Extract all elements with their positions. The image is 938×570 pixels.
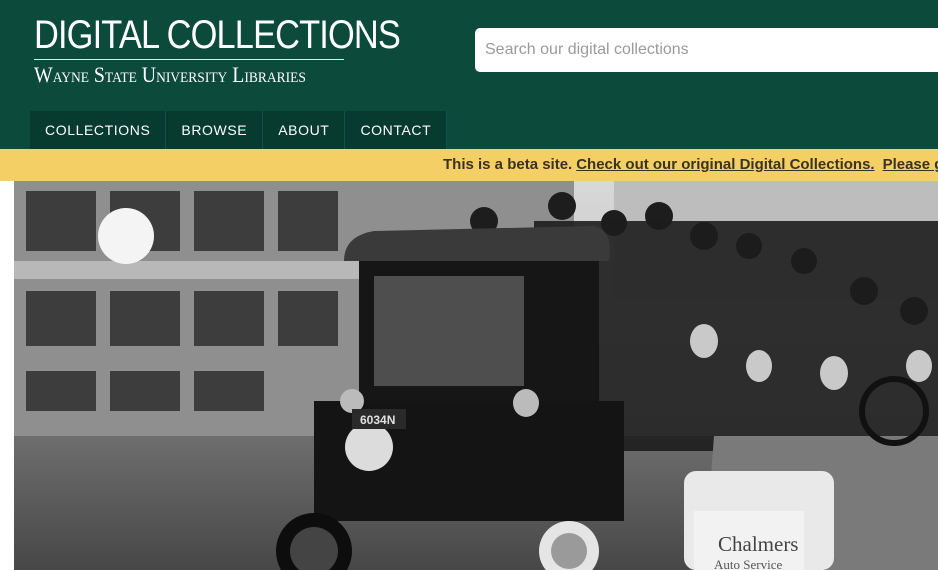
nav-item-contact[interactable]: CONTACT xyxy=(345,111,448,149)
beta-banner: This is a beta site. Check out our origin… xyxy=(0,149,938,181)
logo-subtitle: Wayne State University Libraries xyxy=(34,62,306,87)
search-input[interactable] xyxy=(475,28,938,72)
plate-subtext: Auto Service xyxy=(714,557,782,570)
logo-divider xyxy=(34,59,344,60)
feedback-link[interactable]: Please g xyxy=(883,156,938,173)
original-collections-link[interactable]: Check out our original Digital Collectio… xyxy=(576,156,874,173)
beta-banner-text: This is a beta site. xyxy=(443,156,573,173)
site-logo[interactable]: DIGITAL COLLECTIONS Wayne State Universi… xyxy=(34,13,401,88)
nav-item-browse[interactable]: BROWSE xyxy=(166,111,264,149)
site-header: DIGITAL COLLECTIONS Wayne State Universi… xyxy=(0,0,938,149)
nav-item-collections[interactable]: COLLECTIONS xyxy=(30,111,167,149)
plate-text: Chalmers xyxy=(718,532,798,556)
main-nav: COLLECTIONS BROWSE ABOUT CONTACT xyxy=(30,111,448,149)
hero-image: 6034N Chalmers Auto Service xyxy=(14,181,938,570)
license-plate: 6034N xyxy=(360,413,395,427)
nav-item-about[interactable]: ABOUT xyxy=(263,111,346,149)
logo-title: DIGITAL COLLECTIONS xyxy=(34,13,401,57)
